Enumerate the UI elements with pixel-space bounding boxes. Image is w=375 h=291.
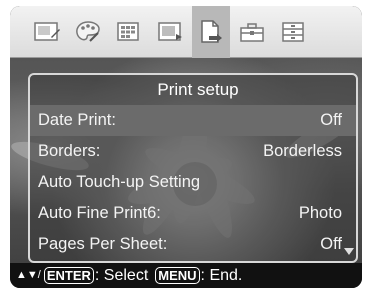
menu-icon-bar: [10, 6, 362, 58]
row-label: Date Print:: [38, 111, 116, 129]
row-label: Pages Per Sheet:: [38, 235, 168, 253]
up-down-arrows-icon: ▲▼/: [16, 269, 41, 281]
menu-row-date-print[interactable]: Date Print: Off: [30, 105, 356, 136]
row-value: Borderless: [263, 142, 342, 160]
enter-key-label: ENTER: [43, 267, 94, 284]
select-hint-text: : Select: [94, 267, 149, 284]
row-value: Off: [320, 235, 342, 253]
menu-key-label: MENU: [155, 267, 200, 284]
toolbox-icon[interactable]: [233, 10, 271, 54]
end-hint-text: : End.: [200, 267, 243, 284]
print-setup-dialog: Print setup Date Print: Off Borders: Bor…: [28, 73, 358, 263]
row-label: Borders:: [38, 142, 101, 160]
scroll-down-icon: [344, 248, 354, 255]
dialog-title: Print setup: [157, 80, 239, 99]
print-document-icon[interactable]: [192, 6, 230, 58]
menu-row-auto-touch-up[interactable]: Auto Touch-up Setting: [30, 167, 356, 198]
menu-row-borders[interactable]: Borders: Borderless: [30, 136, 356, 167]
row-value: Photo: [298, 204, 342, 222]
row-value: Off: [320, 111, 342, 129]
lcd-screen: Print setup Date Print: Off Borders: Bor…: [10, 6, 362, 288]
key-hint-bar: ▲▼/ ENTER : Select MENU : End.: [10, 263, 362, 288]
edit-icon[interactable]: [28, 10, 66, 54]
menu-row-auto-fine-print[interactable]: Auto Fine Print6: Photo: [30, 198, 356, 229]
menu-row-pages-per-sheet[interactable]: Pages Per Sheet: Off: [30, 229, 356, 260]
grid-icon[interactable]: [110, 10, 148, 54]
palette-icon[interactable]: [69, 10, 107, 54]
slideshow-icon[interactable]: [151, 10, 189, 54]
row-label: Auto Fine Print6:: [38, 204, 161, 222]
row-label: Auto Touch-up Setting: [38, 173, 201, 191]
settings-list-icon[interactable]: [274, 10, 312, 54]
